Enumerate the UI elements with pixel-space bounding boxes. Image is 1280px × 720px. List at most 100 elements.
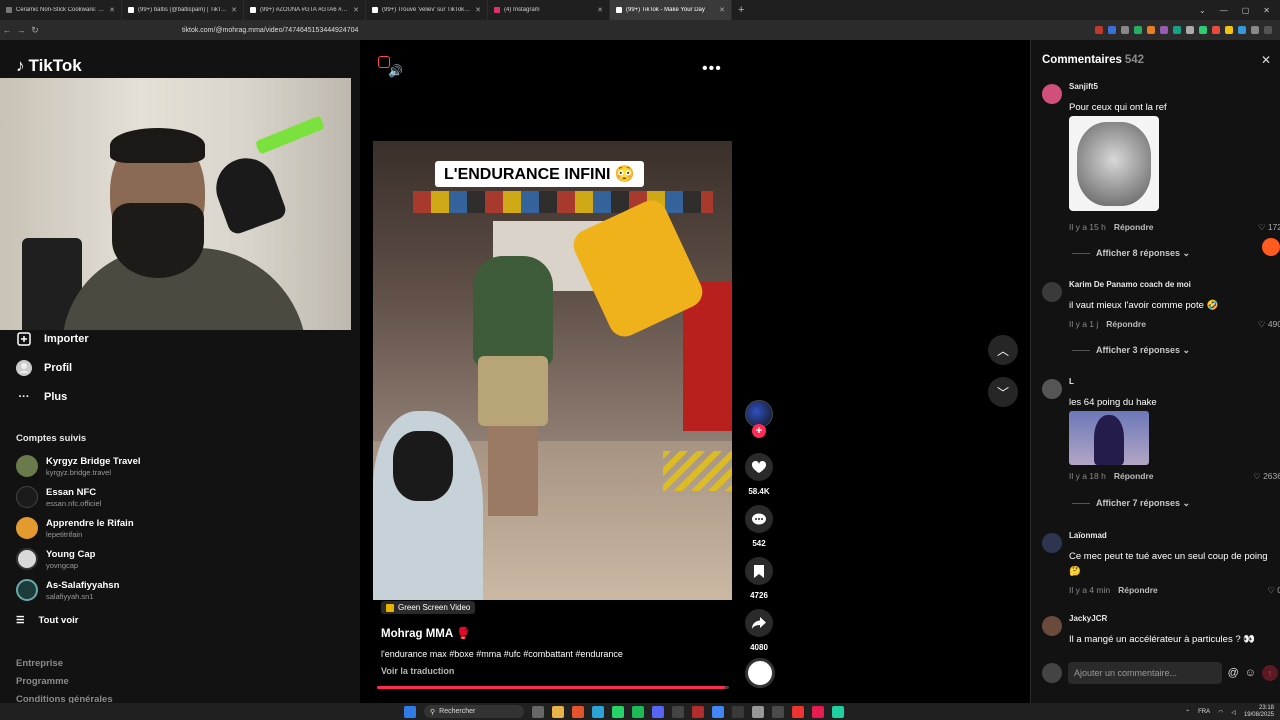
close-window-icon[interactable]: ✕ (1263, 6, 1270, 15)
back-icon[interactable]: ← (0, 25, 14, 35)
taskbar-search[interactable]: ⚲ Rechercher (424, 705, 524, 718)
followed-account[interactable]: Apprendre le Rifain lepetitrifain (16, 517, 134, 539)
close-tab-icon[interactable]: ✕ (353, 6, 359, 14)
minimize-icon[interactable]: — (1220, 6, 1228, 15)
show-replies-button[interactable]: Afficher 3 réponses ⌄ (1072, 345, 1190, 356)
comment-button[interactable] (745, 505, 773, 533)
extension-icon[interactable] (1134, 26, 1142, 34)
reload-icon[interactable]: ↻ (28, 25, 42, 36)
windows-start-icon[interactable] (404, 705, 416, 718)
comment-input[interactable] (1068, 662, 1222, 684)
extension-icon[interactable] (1121, 26, 1129, 34)
followed-account[interactable]: Kyrgyz Bridge Travel kyrgyz.bridge.travel (16, 455, 141, 477)
save-button[interactable] (745, 557, 773, 585)
whatsapp-icon[interactable] (612, 705, 624, 718)
browser-tab[interactable]: (99+) Trouvé 'veliev' sur TikTok | Rec ✕ (366, 0, 488, 20)
more-options-icon[interactable]: ••• (702, 60, 722, 78)
music-disc-icon[interactable] (745, 658, 775, 688)
volume-icon[interactable]: 🔊 (388, 64, 403, 78)
nav-item-profil[interactable]: Profil (16, 360, 72, 376)
video-progress-bar[interactable] (377, 686, 729, 689)
maximize-icon[interactable]: ▢ (1242, 6, 1250, 15)
app-icon[interactable] (732, 705, 744, 718)
app-icon[interactable] (832, 705, 844, 718)
extension-icon[interactable] (1108, 26, 1116, 34)
tray-chevron-icon[interactable]: ⌃ (1185, 709, 1190, 716)
mention-icon[interactable]: @ (1228, 667, 1239, 679)
avatar[interactable] (1042, 84, 1062, 104)
clock[interactable]: 23:18 19/08/2025 (1244, 705, 1274, 719)
send-arrow-icon[interactable]: ↑ (1262, 665, 1278, 681)
translate-link[interactable]: Voir la traduction (381, 666, 454, 676)
extension-icon[interactable] (1238, 26, 1246, 34)
extension-icon[interactable] (1212, 26, 1220, 34)
extension-icon[interactable] (1225, 26, 1233, 34)
extension-icon[interactable] (1251, 26, 1259, 34)
app-icon[interactable] (772, 705, 784, 718)
extension-icon[interactable] (1095, 26, 1103, 34)
browser-tab[interactable]: Ceramic Non-Stick Cookware: Non-S✕ (0, 0, 122, 20)
comment-user[interactable]: Sanjift5 (1069, 82, 1098, 91)
followed-account[interactable]: Young Cap yovngcap (16, 548, 95, 570)
video-author[interactable]: Mohrag MMA 🥊 (381, 626, 470, 640)
comment-user[interactable]: L (1069, 377, 1074, 386)
settings-icon[interactable] (752, 705, 764, 718)
comment-likes[interactable]: ♡ 172 (1238, 222, 1280, 233)
forward-icon[interactable]: → (14, 25, 28, 35)
chrome-icon[interactable] (712, 705, 724, 718)
close-tab-icon[interactable]: ✕ (231, 6, 237, 14)
task-view-icon[interactable] (532, 705, 544, 718)
extension-icon[interactable] (1147, 26, 1155, 34)
close-comments-icon[interactable]: ✕ (1261, 53, 1271, 67)
share-button[interactable] (745, 609, 773, 637)
tiktok-logo[interactable]: ♪ TikTok (16, 56, 82, 76)
app-icon[interactable] (812, 705, 824, 718)
app-icon[interactable] (592, 705, 604, 718)
comment-likes[interactable]: ♡ 2636 (1238, 471, 1280, 482)
like-button[interactable] (745, 453, 773, 481)
floating-widget-icon[interactable] (1262, 238, 1280, 256)
speaker-icon[interactable]: ◁ (1231, 709, 1236, 716)
nav-item-importer[interactable]: Importer (16, 331, 89, 347)
avatar[interactable] (1042, 282, 1062, 302)
app-icon[interactable] (672, 705, 684, 718)
profile-icon[interactable] (1264, 26, 1272, 34)
browser-tab[interactable]: (99+) #ZOUNA #GTA #GTA6 #TRAILE✕ (244, 0, 366, 20)
emoji-icon[interactable]: ☺ (1245, 667, 1256, 679)
close-tab-icon[interactable]: ✕ (109, 6, 115, 14)
comment-user[interactable]: Laïonmad (1069, 531, 1107, 540)
follow-button[interactable]: + (752, 424, 766, 438)
footer-link[interactable]: Programme (16, 676, 69, 687)
footer-link[interactable]: Entreprise (16, 658, 63, 669)
avatar[interactable] (1042, 533, 1062, 553)
browser-tab[interactable]: (4) Instagram ✕ (488, 0, 610, 20)
browser-tab-active[interactable]: (99+) TikTok - Make Your Day ✕ (610, 0, 732, 20)
followed-account[interactable]: Essan NFC essan.nfc.officiel (16, 486, 101, 508)
reply-button[interactable]: Répondre (1106, 319, 1146, 329)
reply-button[interactable]: Répondre (1114, 471, 1154, 481)
extension-icon[interactable] (1173, 26, 1181, 34)
new-tab-button[interactable]: + (732, 4, 750, 16)
green-screen-badge[interactable]: Green Screen Video (381, 601, 476, 614)
wifi-icon[interactable]: ◠ (1218, 709, 1223, 716)
extension-icon[interactable] (1160, 26, 1168, 34)
reply-button[interactable]: Répondre (1118, 585, 1158, 595)
close-tab-icon[interactable]: ✕ (719, 6, 725, 14)
file-explorer-icon[interactable] (552, 705, 564, 718)
browser-tab[interactable]: (99+) baltis (@baltispam) | TikTok ✕ (122, 0, 244, 20)
video-player[interactable]: L'ENDURANCE INFINI 😳 (373, 141, 732, 600)
previous-video-button[interactable]: ︿ (988, 335, 1018, 365)
spotify-icon[interactable] (632, 705, 644, 718)
close-tab-icon[interactable]: ✕ (597, 6, 603, 14)
url-field[interactable]: tiktok.com/@mohrag.mma/video/74746451534… (182, 27, 358, 34)
avatar[interactable] (1042, 616, 1062, 636)
comment-likes[interactable]: ♡ 490 (1238, 319, 1280, 330)
show-replies-button[interactable]: Afficher 7 réponses ⌄ (1072, 498, 1190, 509)
reply-button[interactable]: Répondre (1114, 222, 1154, 232)
extension-icon[interactable] (1186, 26, 1194, 34)
avatar[interactable] (1042, 379, 1062, 399)
app-icon[interactable] (792, 705, 804, 718)
discord-icon[interactable] (652, 705, 664, 718)
extension-icon[interactable] (1199, 26, 1207, 34)
next-video-button[interactable]: ﹀ (988, 377, 1018, 407)
